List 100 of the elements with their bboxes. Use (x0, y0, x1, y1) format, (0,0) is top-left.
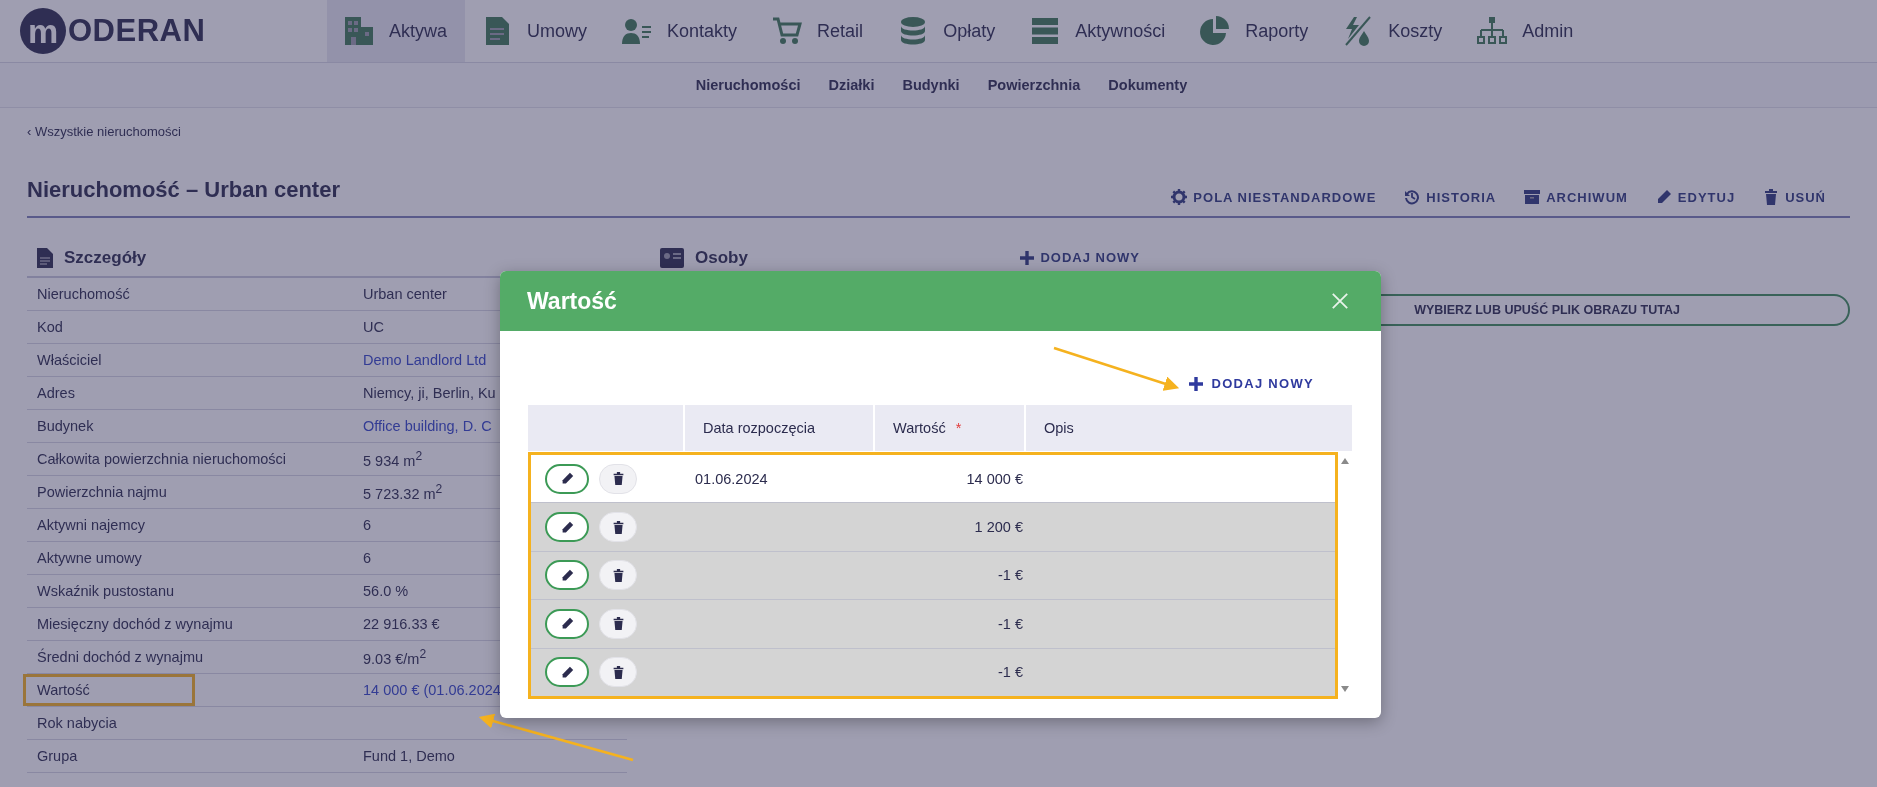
field-label: Aktywne umowy (36, 550, 143, 566)
delete-button[interactable] (599, 657, 637, 688)
scroll-down-icon[interactable] (1340, 684, 1350, 693)
edit-button[interactable] (545, 560, 589, 591)
field-value: Urban center (363, 286, 447, 302)
field-label: Powierzchnia najmu (36, 484, 168, 500)
field-value: 9.03 €/m$^{2}$ (363, 647, 427, 667)
section-title: Szczegóły (64, 248, 147, 268)
subnav-link[interactable]: Nieruchomości (695, 77, 801, 93)
field-label: Grupa (36, 748, 79, 764)
action-link[interactable]: HISTORIA (1404, 189, 1497, 205)
field-value: 56.0 % (363, 583, 409, 599)
field-label: Rok nabycia (36, 715, 118, 731)
modal-title: Wartość (527, 287, 617, 315)
field-value: 5 934 m$^{2}$ (363, 449, 423, 469)
field-label: Adres (36, 385, 76, 401)
table-row[interactable]: -1 € (531, 599, 1335, 648)
edit-button[interactable] (545, 657, 589, 688)
field-link[interactable]: 14 000 € (01.06.2024 (363, 682, 501, 698)
trash-icon (611, 472, 625, 486)
logo-badge: m (20, 8, 66, 54)
edit-button[interactable] (545, 463, 589, 494)
trash-icon (611, 665, 625, 679)
action-link[interactable]: EDYTUJ (1655, 189, 1736, 205)
table-cell: 14 000 € (966, 470, 1023, 487)
edit-button[interactable] (545, 608, 589, 639)
nav-tab[interactable]: Aktywa (327, 0, 466, 62)
field-label: Miesięczny dochód z wynajmu (36, 616, 234, 632)
contact-card-icon (660, 248, 684, 268)
subnav-link[interactable]: Budynki (902, 77, 960, 93)
pencil-icon (560, 665, 574, 679)
field-label: Właściciel (36, 352, 103, 368)
trash-icon (611, 520, 625, 534)
column-header: Data rozpoczęcia (703, 420, 816, 436)
nav-tab[interactable]: Umowy (465, 0, 606, 62)
nav-tab[interactable]: Admin (1460, 0, 1592, 62)
table-row[interactable]: 1 200 € (531, 502, 1335, 551)
field-value: 6 (363, 550, 372, 566)
pencil-icon (1655, 189, 1672, 205)
delete-button[interactable] (599, 512, 637, 543)
delete-button[interactable] (599, 608, 637, 639)
page-title: Nieruchomość – Urban center (27, 177, 340, 203)
field-label: Nieruchomość (36, 286, 131, 302)
subnav-link[interactable]: Działki (828, 77, 875, 93)
sitemap-icon (1476, 15, 1509, 47)
section-title: Osoby (695, 248, 748, 268)
nav-tab[interactable]: Opłaty (881, 0, 1014, 62)
column-header: Opis (1044, 420, 1074, 436)
column-header: Wartość (893, 420, 946, 436)
table-row[interactable]: -1 € (531, 550, 1335, 600)
trash-icon (611, 568, 625, 582)
action-link[interactable]: POLA NIESTANDARDOWE (1171, 189, 1377, 205)
document-icon (37, 248, 53, 268)
field-label: Średni dochód z wynajmu (36, 649, 205, 665)
field-link[interactable]: Office building, D. C (363, 418, 492, 434)
plus-icon (1189, 376, 1204, 391)
nav-tab[interactable]: Raporty (1183, 0, 1327, 62)
plus-icon (1020, 250, 1035, 265)
field-label: Całkowita powierzchnia nieruchomości (36, 451, 288, 467)
pencil-icon (560, 520, 574, 534)
table-row[interactable]: -1 € (531, 647, 1335, 696)
field-label: Aktywni najemcy (36, 517, 146, 533)
action-link[interactable]: USUŃ (1763, 189, 1826, 205)
archive-icon (1524, 189, 1541, 205)
history-icon (1404, 189, 1421, 205)
delete-button[interactable] (599, 560, 637, 591)
breadcrumb-link[interactable]: ‹ Wszystkie nieruchomości (27, 124, 181, 139)
nav-tab[interactable]: Kontakty (605, 0, 756, 62)
logo-text: ODERAN (68, 13, 206, 49)
pencil-icon (560, 617, 574, 631)
add-new-link[interactable]: DODAJ NOWY (1189, 376, 1314, 391)
field-label: Budynek (36, 418, 95, 434)
trash-icon (611, 617, 625, 631)
field-link[interactable]: Demo Landlord Ltd (363, 352, 487, 368)
required-mark: * (955, 420, 962, 436)
table-cell: -1 € (998, 567, 1023, 584)
field-value: 5 723.32 m$^{2}$ (363, 482, 443, 502)
scroll-up-icon[interactable] (1340, 457, 1350, 465)
table-cell: -1 € (998, 615, 1023, 632)
nav-tab[interactable]: Koszty (1326, 0, 1461, 62)
nav-tab[interactable]: Retail (755, 0, 882, 62)
pie-chart-icon (1199, 15, 1232, 47)
logo[interactable]: m ODERAN (20, 8, 327, 54)
add-new-link[interactable]: DODAJ NOWY (1020, 250, 1140, 265)
pencil-icon (560, 568, 574, 582)
delete-button[interactable] (599, 463, 637, 494)
field-label: Wartość (36, 682, 91, 698)
edit-button[interactable] (545, 512, 589, 543)
nav-tab[interactable]: Aktywności (1013, 0, 1184, 62)
field-label: Kod (36, 319, 64, 335)
subnav-link[interactable]: Powierzchnia (987, 77, 1081, 93)
pencil-icon (560, 472, 574, 486)
trash-icon (1763, 189, 1780, 205)
field-value: Niemcy, ji, Berlin, Ku (363, 385, 496, 401)
cart-icon (771, 15, 804, 47)
subnav-link[interactable]: Dokumenty (1108, 77, 1188, 93)
field-value: UC (363, 319, 384, 335)
action-link[interactable]: ARCHIWUM (1524, 189, 1628, 205)
field-value: Fund 1, Demo (363, 748, 455, 764)
table-cell: -1 € (998, 664, 1023, 681)
